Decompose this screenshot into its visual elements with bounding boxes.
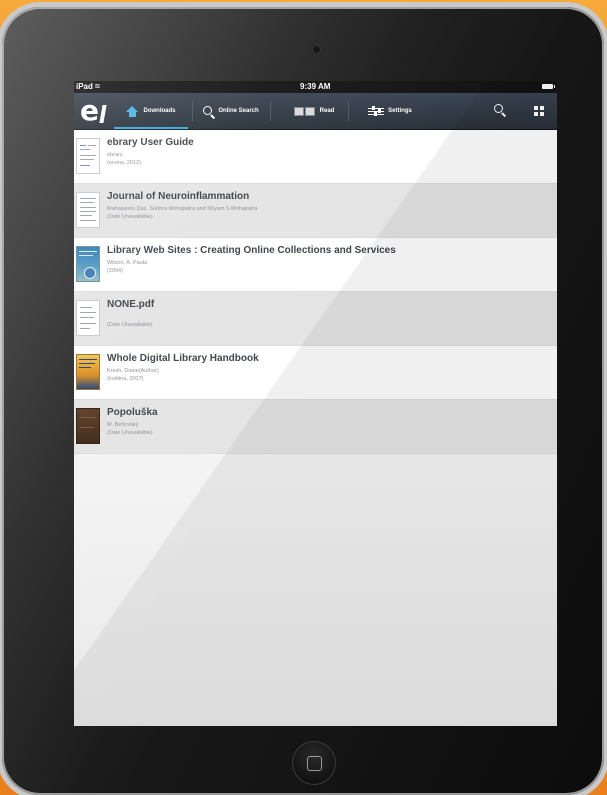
logo-bar <box>99 105 107 123</box>
list-item[interactable]: NONE.pdf (Date Unavailable) <box>74 292 557 346</box>
item-title: Popoluška <box>107 407 158 418</box>
tab-downloads-label: Downloads <box>143 108 176 114</box>
item-author: Wilson, A. Paula <box>107 260 148 266</box>
list-item[interactable]: Library Web Sites : Creating Online Coll… <box>74 238 557 292</box>
camera-icon <box>313 46 320 53</box>
tab-read-label: Read <box>319 108 335 114</box>
item-date: (Date Unavailable) <box>107 214 153 220</box>
clock: 9:39 AM <box>300 82 331 91</box>
home-icon <box>126 105 139 117</box>
search-icon[interactable] <box>494 104 507 117</box>
toolbar-divider <box>270 101 271 121</box>
item-title: Journal of Neuroinflammation <box>107 191 250 202</box>
book-cover-thumbnail <box>76 138 100 174</box>
tab-downloads[interactable]: Downloads <box>114 93 188 129</box>
sliders-icon <box>368 105 385 117</box>
item-date: (Date Unavailable) <box>107 430 153 436</box>
item-date: (ervina, 2012) <box>107 160 141 166</box>
tab-online-search-label: Online Search <box>218 108 259 114</box>
app-screen: iPad ≈ 9:39 AM e Downloads Online Search <box>74 81 557 726</box>
tab-online-search[interactable]: Online Search <box>194 93 268 129</box>
book-cover-thumbnail <box>76 408 100 444</box>
home-button[interactable] <box>292 741 336 785</box>
ipad-device: iPad ≈ 9:39 AM e Downloads Online Search <box>2 7 604 795</box>
logo-letter: e <box>80 94 99 127</box>
list-item[interactable]: Whole Digital Library Handbook Kresh, Di… <box>74 346 557 400</box>
item-date: (květina, 2007) <box>107 376 144 382</box>
item-title: ebrary User Guide <box>107 137 194 148</box>
ebrary-logo[interactable]: e <box>80 97 107 125</box>
tab-read[interactable]: Read <box>284 93 344 129</box>
item-author: ebrary <box>107 152 123 158</box>
item-author: Kresh, Diane(Author) <box>107 368 159 374</box>
tab-settings[interactable]: Settings <box>360 93 420 129</box>
item-date: (2004) <box>107 268 123 274</box>
search-icon <box>203 105 216 119</box>
book-icon <box>293 106 316 116</box>
status-bar: iPad ≈ 9:39 AM <box>74 81 557 93</box>
carrier-label: iPad <box>76 82 93 91</box>
active-tab-indicator <box>114 127 188 129</box>
item-author: M. Beňovský <box>107 422 139 428</box>
toolbar-divider <box>192 101 193 121</box>
grid-view-icon[interactable] <box>534 106 544 116</box>
item-title: NONE.pdf <box>107 299 155 310</box>
book-cover-thumbnail <box>76 246 100 282</box>
book-cover-thumbnail <box>76 354 100 390</box>
downloads-list: ebrary User Guide ebrary (ervina, 2012) … <box>74 130 557 454</box>
tab-settings-label: Settings <box>388 108 412 114</box>
app-toolbar: e Downloads Online Search Read Settings <box>74 93 557 130</box>
item-date: (Date Unavailable) <box>107 322 153 328</box>
list-item[interactable]: Popoluška M. Beňovský (Date Unavailable) <box>74 400 557 454</box>
item-author: Mahaswetu Das, Subhra Mohapatra and Shya… <box>107 206 258 212</box>
toolbar-divider <box>348 101 349 121</box>
book-cover-thumbnail <box>76 192 100 228</box>
home-square-icon <box>306 755 322 771</box>
item-title: Library Web Sites : Creating Online Coll… <box>107 245 396 256</box>
item-title: Whole Digital Library Handbook <box>107 353 259 364</box>
battery-icon <box>542 84 555 89</box>
book-cover-thumbnail <box>76 300 100 336</box>
wifi-icon: ≈ <box>95 81 100 91</box>
list-item[interactable]: Journal of Neuroinflammation Mahaswetu D… <box>74 184 557 238</box>
list-item[interactable]: ebrary User Guide ebrary (ervina, 2012) <box>74 130 557 184</box>
